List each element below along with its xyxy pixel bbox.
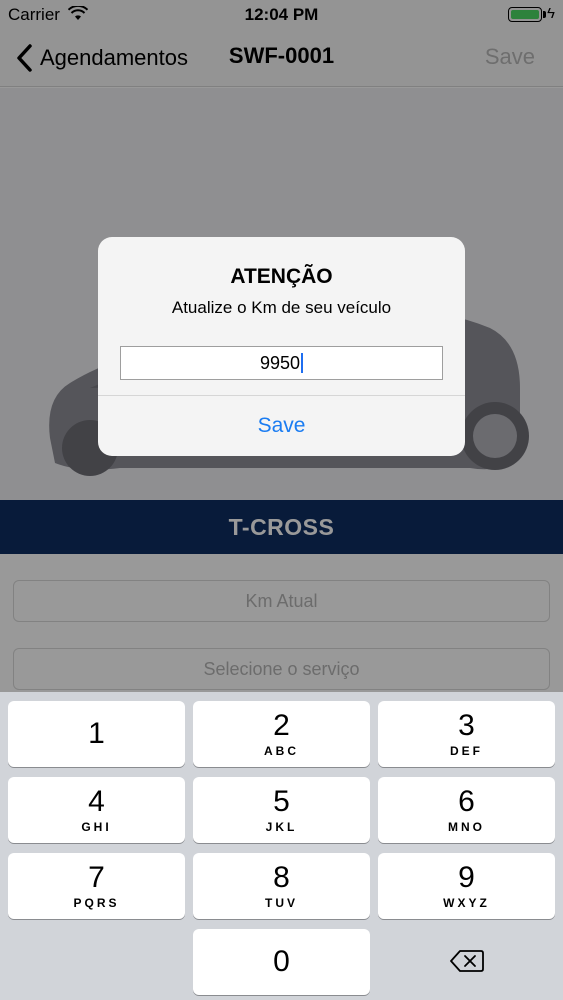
key-letters: PQRS bbox=[73, 896, 120, 910]
key-number: 6 bbox=[458, 785, 475, 818]
key-number: 9 bbox=[458, 861, 475, 894]
key-9[interactable]: 9 WXYZ bbox=[378, 853, 555, 919]
key-5[interactable]: 5 JKL bbox=[193, 777, 370, 843]
alert-message: Atualize o Km de seu veículo bbox=[171, 298, 392, 317]
alert-title: ATENÇÃO bbox=[230, 265, 333, 288]
key-letters: ABC bbox=[264, 744, 299, 758]
backspace-icon bbox=[449, 950, 484, 972]
key-number: 5 bbox=[273, 785, 290, 818]
alert-save-button[interactable]: Save bbox=[98, 396, 465, 456]
text-caret bbox=[301, 353, 304, 373]
key-letters: WXYZ bbox=[443, 896, 490, 910]
key-number: 7 bbox=[88, 861, 105, 894]
key-4[interactable]: 4 GHI bbox=[8, 777, 185, 843]
key-letters: DEF bbox=[450, 744, 483, 758]
key-0[interactable]: 0 bbox=[193, 929, 370, 995]
delete-key[interactable] bbox=[378, 928, 555, 994]
key-1[interactable]: 1 bbox=[8, 701, 185, 767]
screen: Carrier 12:04 PM ϟ Agendamentos SWF-0001… bbox=[0, 0, 563, 1000]
km-input[interactable]: 9950 bbox=[120, 346, 443, 380]
key-letters: MNO bbox=[448, 820, 485, 834]
key-8[interactable]: 8 TUV bbox=[193, 853, 370, 919]
key-number: 3 bbox=[458, 709, 475, 742]
key-2[interactable]: 2 ABC bbox=[193, 701, 370, 767]
km-alert-dialog: ATENÇÃO Atualize o Km de seu veículo 995… bbox=[98, 237, 465, 456]
key-letters: JKL bbox=[265, 820, 298, 834]
numeric-keypad: 1 2 ABC 3 DEF 4 GHI 5 JKL 6 MNO 7 PQRS 8… bbox=[0, 692, 563, 1000]
key-7[interactable]: 7 PQRS bbox=[8, 853, 185, 919]
key-number: 1 bbox=[88, 717, 105, 750]
key-6[interactable]: 6 MNO bbox=[378, 777, 555, 843]
key-letters: GHI bbox=[81, 820, 112, 834]
key-number: 8 bbox=[273, 861, 290, 894]
key-letters: TUV bbox=[265, 896, 298, 910]
key-number: 0 bbox=[273, 945, 290, 978]
key-number: 4 bbox=[88, 785, 105, 818]
key-number: 2 bbox=[273, 709, 290, 742]
key-3[interactable]: 3 DEF bbox=[378, 701, 555, 767]
km-input-value: 9950 bbox=[259, 352, 301, 373]
